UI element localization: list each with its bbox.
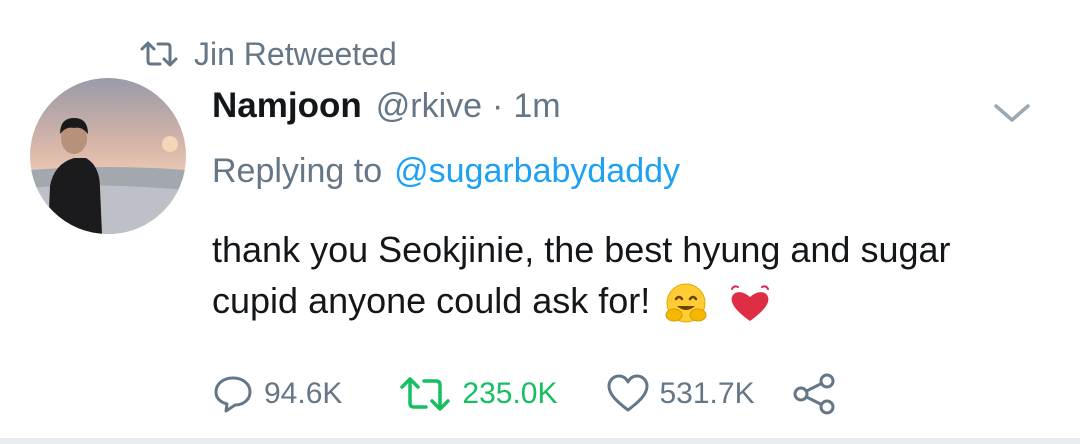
avatar[interactable]	[30, 78, 186, 234]
divider	[0, 438, 1080, 444]
replying-to: Replying to @sugarbabydaddy	[212, 152, 680, 202]
retweet-icon	[398, 375, 452, 413]
retweet-button[interactable]: 235.0K	[398, 375, 558, 413]
tweet-text: thank you Seokjinie, the best hyung and …	[212, 229, 951, 321]
tweet-timestamp[interactable]: 1m	[513, 87, 560, 126]
retweet-count: 235.0K	[462, 377, 558, 410]
header-separator: ·	[492, 87, 504, 125]
author-name[interactable]: Namjoon	[212, 86, 362, 126]
reply-count: 94.6K	[264, 377, 343, 410]
like-button[interactable]: 531.7K	[606, 374, 755, 414]
heart-emoji	[726, 281, 774, 325]
hugging-face-emoji	[664, 281, 712, 325]
retweet-icon	[138, 39, 180, 69]
tweet-header: Namjoon @rkive · 1m	[212, 86, 561, 132]
tweet-actions: 94.6K 235.0K 531.7K	[212, 366, 837, 422]
replying-to-label: Replying to	[212, 152, 383, 190]
chevron-down-icon[interactable]	[990, 98, 1034, 126]
retweet-context-label: Jin Retweeted	[194, 35, 397, 72]
like-icon	[606, 374, 650, 414]
share-button[interactable]	[791, 372, 837, 416]
tweet-card[interactable]: Jin Retweeted Namjoon @rkive · 1m Replyi…	[0, 0, 1080, 444]
reply-button[interactable]: 94.6K	[212, 373, 342, 415]
reply-icon	[212, 373, 254, 415]
share-icon	[791, 372, 837, 416]
tweet-body: thank you Seokjinie, the best hyung and …	[212, 224, 1042, 326]
reply-to-handle-link[interactable]: @sugarbabydaddy	[394, 152, 680, 191]
author-handle[interactable]: @rkive	[376, 87, 482, 126]
retweet-context: Jin Retweeted	[138, 34, 397, 74]
like-count: 531.7K	[659, 377, 755, 410]
